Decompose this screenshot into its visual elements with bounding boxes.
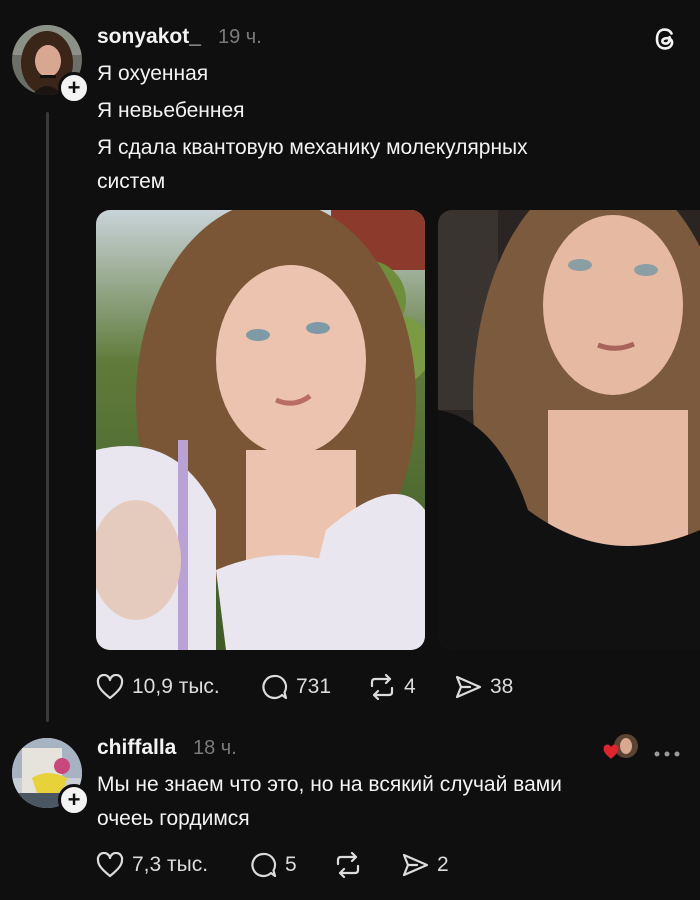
reply-time: 18 ч.: [193, 737, 237, 759]
post-comment-button[interactable]: 731: [260, 674, 331, 700]
post-text-line-2: Я невьебеннея: [97, 99, 245, 122]
heart-icon: [96, 674, 124, 700]
reply-share-button[interactable]: 2: [401, 852, 449, 878]
post-share-count: 38: [490, 675, 514, 698]
reply-comment-count: 5: [285, 853, 297, 876]
reply-text-line-2: очеeь гордимся: [97, 807, 250, 830]
share-arrow-icon: [401, 852, 429, 878]
liked-by-author-badge: [602, 734, 638, 762]
post-text-line-4: систем: [97, 170, 166, 193]
red-heart-icon: [602, 744, 620, 765]
post-username[interactable]: sonyakot_: [97, 25, 201, 49]
repost-icon: [334, 852, 362, 878]
comment-bubble-icon: [249, 852, 277, 878]
reply-repost-button[interactable]: [334, 852, 362, 878]
post-repost-count: 4: [404, 675, 416, 698]
reply-like-button[interactable]: 7,3 тыс.: [96, 852, 208, 878]
reply-comment-button[interactable]: 5: [249, 852, 297, 878]
share-arrow-icon: [454, 674, 482, 700]
follow-plus-button-reply[interactable]: +: [58, 784, 90, 816]
post-photo-1[interactable]: [96, 210, 425, 650]
reply-share-count: 2: [437, 853, 449, 876]
post-like-button[interactable]: 10,9 тыс.: [96, 674, 220, 700]
comment-bubble-icon: [260, 674, 288, 700]
reply-like-count: 7,3 тыс.: [132, 853, 209, 876]
thread-connector-line: [46, 112, 49, 722]
post-text-line-3: Я сдала квантовую механику молекулярных: [97, 136, 528, 159]
post-comment-count: 731: [296, 675, 332, 698]
post-share-button[interactable]: 38: [454, 674, 513, 700]
heart-icon: [96, 852, 124, 878]
threads-logo-icon[interactable]: [650, 24, 680, 54]
post-like-count: 10,9 тыс.: [132, 675, 220, 698]
repost-icon: [368, 674, 396, 700]
reply-username[interactable]: chiffalla: [97, 736, 176, 760]
post-photo-2[interactable]: [438, 210, 700, 650]
reply-text-line-1: Мы не знаем что это, но на всякий случай…: [97, 773, 562, 796]
follow-plus-button[interactable]: +: [58, 72, 90, 104]
post-repost-button[interactable]: 4: [368, 674, 416, 700]
post-text-line-1: Я охуенная: [97, 62, 209, 85]
more-dots-icon[interactable]: [654, 744, 680, 762]
post-time: 19 ч.: [218, 26, 262, 48]
